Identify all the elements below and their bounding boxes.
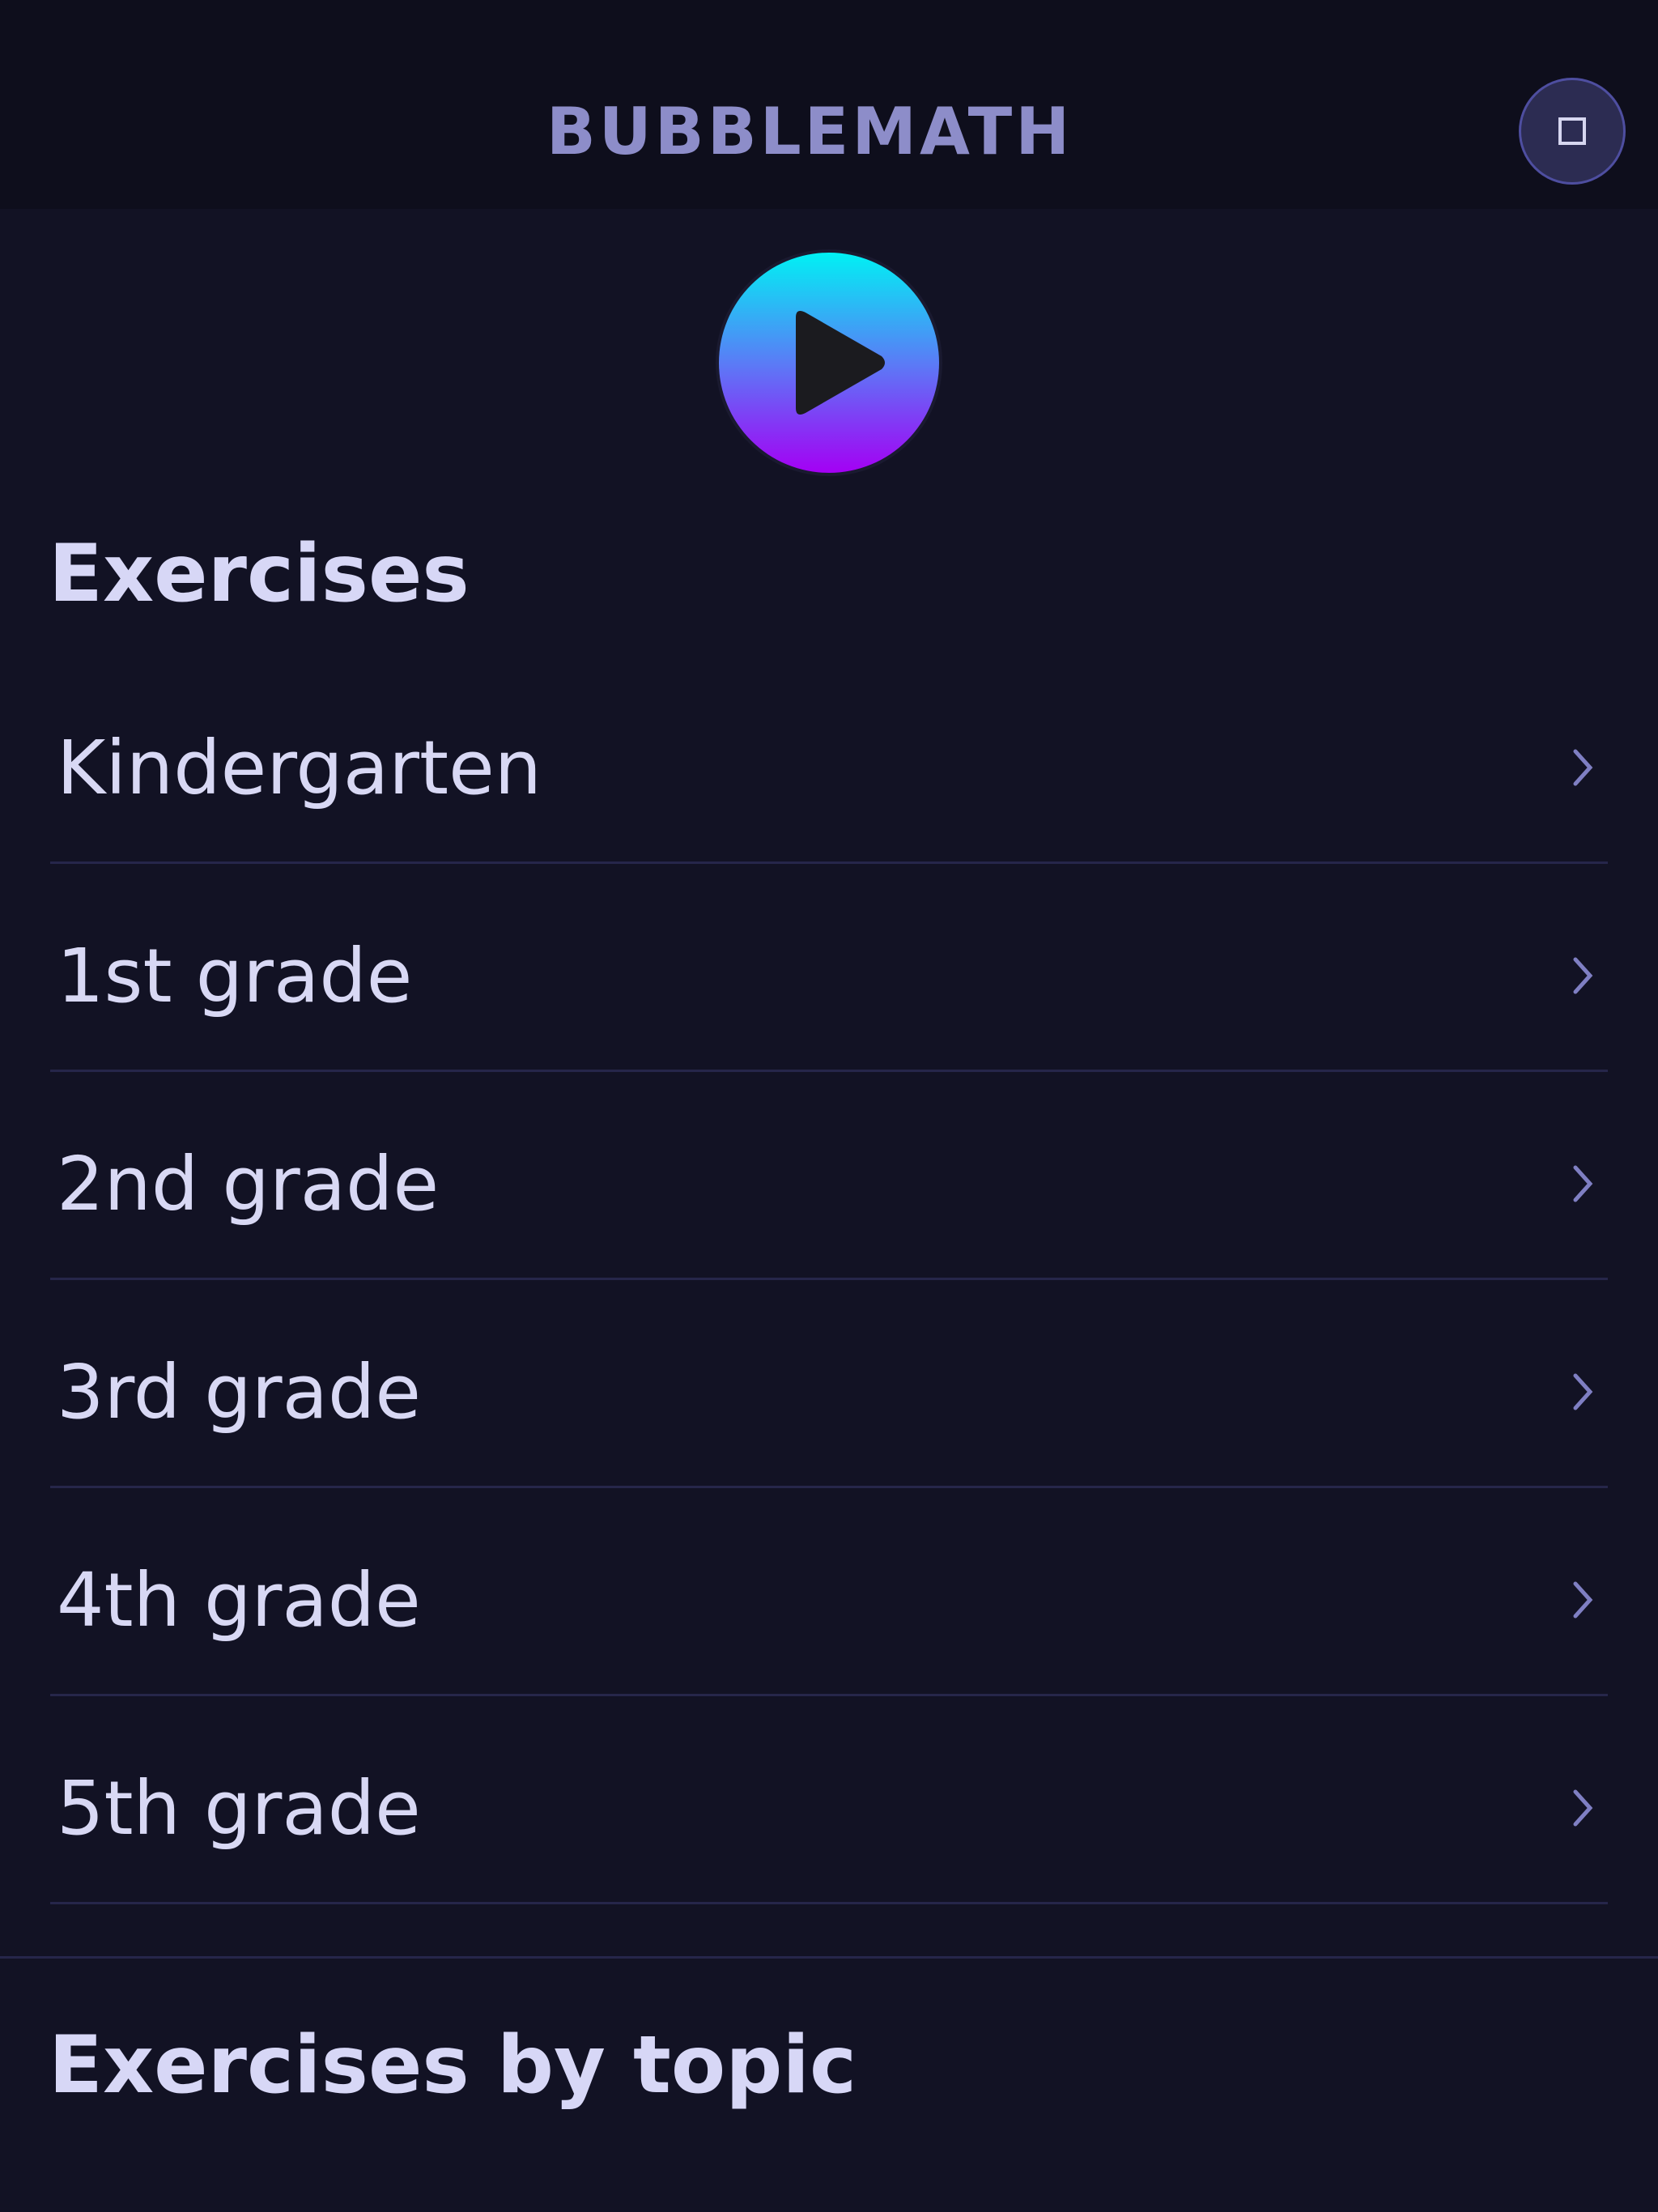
- grade-item-label: 1st grade: [57, 932, 413, 1019]
- grade-item-label: 2nd grade: [57, 1140, 440, 1227]
- exercises-title: Exercises: [49, 528, 470, 620]
- chevron-right-icon: [1573, 1581, 1593, 1619]
- grade-item-4th[interactable]: 4th grade: [50, 1488, 1608, 1696]
- grade-item-5th[interactable]: 5th grade: [50, 1696, 1608, 1904]
- chevron-right-icon: [1573, 1789, 1593, 1827]
- square-icon: [1558, 117, 1586, 145]
- grade-item-label: 3rd grade: [57, 1348, 421, 1436]
- chevron-right-icon: [1573, 957, 1593, 994]
- grade-list: Kindergarten 1st grade 2nd grade 3rd gra…: [50, 656, 1608, 1904]
- grade-item-3rd[interactable]: 3rd grade: [50, 1280, 1608, 1488]
- chevron-right-icon: [1573, 1373, 1593, 1410]
- chevron-right-icon: [1573, 1165, 1593, 1202]
- grade-item-kindergarten[interactable]: Kindergarten: [50, 656, 1608, 864]
- app-screen: BUBBLEMATH Exercises Kindergarten 1st gr…: [0, 0, 1658, 2212]
- grade-item-1st[interactable]: 1st grade: [50, 864, 1608, 1072]
- play-icon: [796, 311, 885, 415]
- menu-button[interactable]: [1519, 78, 1626, 185]
- header: BUBBLEMATH: [0, 0, 1658, 209]
- app-title: BUBBLEMATH: [546, 94, 1073, 169]
- grade-item-label: 5th grade: [57, 1764, 421, 1852]
- grade-item-2nd[interactable]: 2nd grade: [50, 1072, 1608, 1280]
- grade-item-label: Kindergarten: [57, 724, 542, 811]
- chevron-right-icon: [1573, 749, 1593, 786]
- topics-title: Exercises by topic: [49, 2019, 857, 2112]
- grade-item-label: 4th grade: [57, 1556, 421, 1644]
- play-button[interactable]: [719, 253, 939, 473]
- section-divider: [0, 1956, 1658, 1959]
